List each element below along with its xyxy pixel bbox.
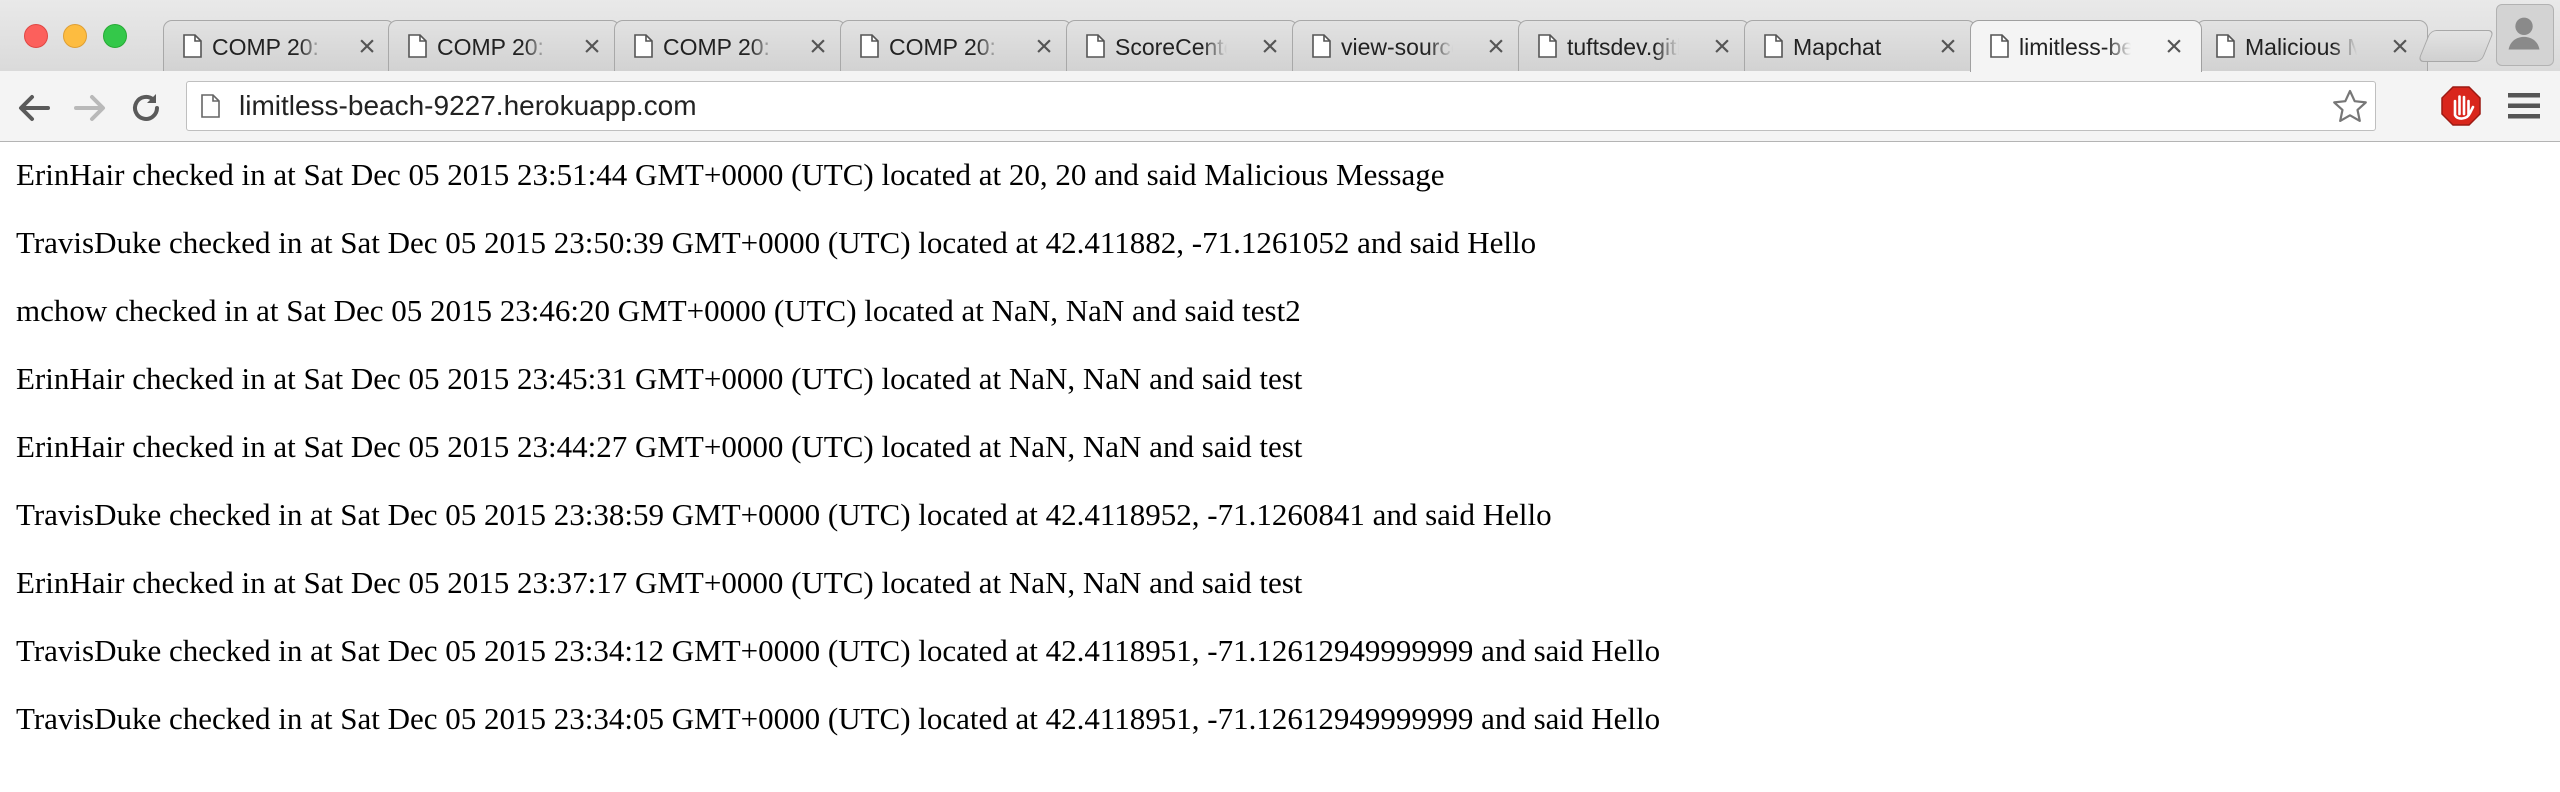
checkin-entry: ErinHair checked in at Sat Dec 05 2015 2…: [16, 429, 1303, 464]
checkin-entry: TravisDuke checked in at Sat Dec 05 2015…: [16, 701, 1661, 736]
tab-title: tuftsdev.github: [1567, 34, 1679, 60]
tab-scorecenter[interactable]: ScoreCenter ×: [1066, 20, 1298, 71]
checkin-entry: TravisDuke checked in at Sat Dec 05 2015…: [16, 497, 1552, 532]
close-tab-icon[interactable]: ×: [2387, 32, 2413, 62]
close-tab-icon[interactable]: ×: [2161, 32, 2187, 62]
tab-malicious[interactable]: Malicious M ×: [2196, 20, 2428, 71]
page-icon: [201, 94, 220, 118]
reload-icon[interactable]: [126, 88, 166, 128]
document-icon: [1086, 34, 1105, 58]
tab-comp20-2[interactable]: COMP 20: W ×: [388, 20, 620, 71]
forward-arrow-icon[interactable]: [70, 88, 110, 128]
close-tab-icon[interactable]: ×: [1709, 32, 1735, 62]
checkin-entry: TravisDuke checked in at Sat Dec 05 2015…: [16, 633, 1661, 668]
document-icon: [1312, 34, 1331, 58]
new-tab-button[interactable]: [2417, 30, 2495, 62]
close-tab-icon[interactable]: ×: [1031, 32, 1057, 62]
menu-icon[interactable]: [2506, 90, 2542, 122]
document-icon: [2216, 34, 2235, 58]
minimize-window-button[interactable]: [63, 24, 87, 48]
checkin-entry: mchow checked in at Sat Dec 05 2015 23:4…: [16, 293, 1301, 328]
bookmark-star-icon[interactable]: [2331, 88, 2369, 124]
tab-comp20-4[interactable]: COMP 20: W ×: [840, 20, 1072, 71]
tab-title: Mapchat: [1793, 34, 1882, 60]
tab-title: view-source: [1341, 34, 1453, 60]
document-icon: [1538, 34, 1557, 58]
close-window-button[interactable]: [24, 24, 48, 48]
url-text[interactable]: limitless-beach-9227.herokuapp.com: [239, 82, 697, 130]
document-icon: [860, 34, 879, 58]
tab-mapchat[interactable]: Mapchat ×: [1744, 20, 1976, 71]
zoom-window-button[interactable]: [103, 24, 127, 48]
document-icon: [183, 34, 202, 58]
back-arrow-icon[interactable]: [14, 88, 54, 128]
tab-title: COMP 20: W: [889, 34, 1001, 60]
profile-button[interactable]: [2496, 4, 2554, 66]
tab-title: COMP 20: W: [663, 34, 775, 60]
tab-limitless-beach[interactable]: limitless-beach ×: [1970, 20, 2202, 72]
close-tab-icon[interactable]: ×: [1935, 32, 1961, 62]
checkin-entry: ErinHair checked in at Sat Dec 05 2015 2…: [16, 157, 1445, 192]
tab-strip: COMP 20: W × COMP 20: W × COMP 20: W × C…: [0, 0, 2560, 72]
browser-toolbar: limitless-beach-9227.herokuapp.com: [0, 71, 2560, 142]
address-bar[interactable]: limitless-beach-9227.herokuapp.com: [186, 81, 2376, 131]
close-tab-icon[interactable]: ×: [579, 32, 605, 62]
tab-tuftsdev[interactable]: tuftsdev.github ×: [1518, 20, 1750, 71]
close-tab-icon[interactable]: ×: [354, 32, 380, 62]
tab-comp20-3[interactable]: COMP 20: W ×: [614, 20, 846, 71]
document-icon: [408, 34, 427, 58]
close-tab-icon[interactable]: ×: [1257, 32, 1283, 62]
person-icon: [2508, 17, 2540, 50]
tab-title: limitless-beach: [2019, 34, 2131, 60]
tab-title: COMP 20: W: [212, 34, 324, 60]
page-content: ErinHair checked in at Sat Dec 05 2015 2…: [16, 148, 2536, 760]
stop-hand-extension-icon[interactable]: [2440, 85, 2482, 127]
tab-title: COMP 20: W: [437, 34, 549, 60]
tab-comp20-1[interactable]: COMP 20: W ×: [163, 20, 395, 71]
checkin-entry: TravisDuke checked in at Sat Dec 05 2015…: [16, 225, 1537, 260]
close-tab-icon[interactable]: ×: [805, 32, 831, 62]
tab-title: ScoreCenter: [1115, 34, 1227, 60]
document-icon: [634, 34, 653, 58]
tab-view-source[interactable]: view-source ×: [1292, 20, 1524, 71]
close-tab-icon[interactable]: ×: [1483, 32, 1509, 62]
tab-title: Malicious M: [2245, 34, 2357, 60]
document-icon: [1990, 34, 2009, 58]
checkin-entry: ErinHair checked in at Sat Dec 05 2015 2…: [16, 361, 1303, 396]
checkin-entry: ErinHair checked in at Sat Dec 05 2015 2…: [16, 565, 1303, 600]
document-icon: [1764, 34, 1783, 58]
